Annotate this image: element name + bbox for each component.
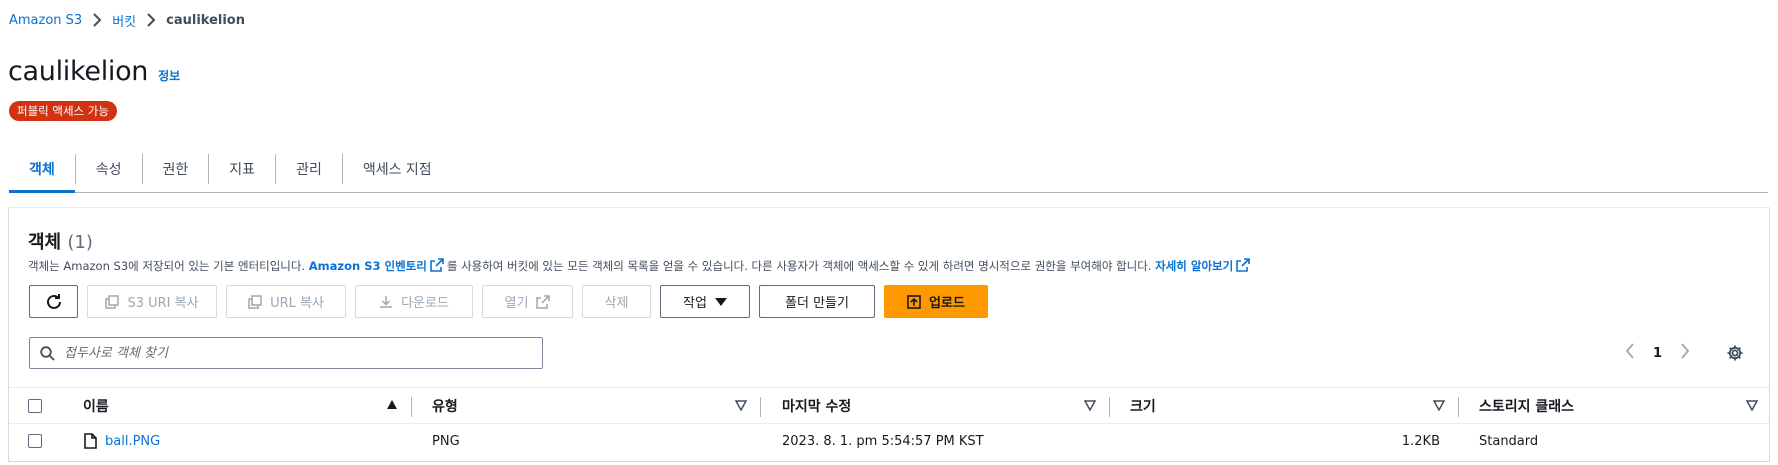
tab-permissions[interactable]: 권한 [143, 145, 209, 192]
table-header: 이름 유형 마지막 수정 크기 스토리지 클래스 [9, 387, 1769, 424]
sort-icon[interactable] [1433, 399, 1445, 411]
file-icon [84, 433, 97, 449]
table-row: ball.PNG PNG 2023. 8. 1. pm 5:54:57 PM K… [9, 425, 1769, 457]
objects-toolbar: S3 URI 복사 URL 복사 다운로드 열기 삭제 작업 폴더 만들기 업로… [29, 285, 988, 318]
column-divider[interactable] [1109, 397, 1110, 417]
chevron-right-icon [88, 13, 106, 27]
table-settings-button[interactable] [1723, 341, 1747, 365]
breadcrumb-amazon-s3[interactable]: Amazon S3 [9, 13, 82, 28]
tab-management[interactable]: 관리 [276, 145, 342, 192]
sort-icon[interactable] [1084, 399, 1096, 411]
column-header-storage-class[interactable]: 스토리지 클래스 [1479, 388, 1574, 424]
refresh-button[interactable] [29, 285, 78, 318]
copy-url-button[interactable]: URL 복사 [226, 285, 346, 318]
objects-title: 객체 [28, 232, 62, 253]
page-number[interactable]: 1 [1653, 346, 1662, 361]
pagination: 1 [1625, 341, 1690, 365]
inventory-link[interactable]: Amazon S3 인벤토리 [309, 259, 427, 273]
search-input[interactable] [64, 345, 542, 361]
checkbox-box [28, 434, 42, 448]
object-type-cell: PNG [432, 433, 460, 449]
chevron-left-icon [1625, 343, 1634, 359]
row-checkbox[interactable] [28, 425, 42, 457]
sort-ascending-icon[interactable] [386, 399, 398, 411]
open-label: 열기 [504, 296, 529, 311]
tab-bar: 객체 속성 권한 지표 관리 액세스 지점 [9, 145, 1768, 193]
column-header-size[interactable]: 크기 [1130, 388, 1156, 424]
column-header-type[interactable]: 유형 [432, 388, 458, 424]
open-button[interactable]: 열기 [482, 285, 573, 318]
external-link-icon [1236, 258, 1251, 272]
column-divider[interactable] [1458, 397, 1459, 417]
info-link[interactable]: 정보 [158, 67, 180, 84]
object-modified-cell: 2023. 8. 1. pm 5:54:57 PM KST [782, 433, 984, 449]
upload-label: 업로드 [929, 296, 965, 311]
desc-text-1: 객체는 Amazon S3에 저장되어 있는 기본 엔터티입니다. [28, 259, 309, 273]
column-divider[interactable] [411, 397, 412, 417]
tab-objects[interactable]: 객체 [9, 145, 75, 193]
desc-text-2: 를 사용하여 버킷에 있는 모든 객체의 목록을 얻을 수 있습니다. 다른 사… [446, 259, 1156, 273]
copy-icon [248, 294, 262, 309]
copy-s3-uri-button[interactable]: S3 URI 복사 [87, 285, 217, 318]
column-header-name[interactable]: 이름 [83, 388, 109, 424]
refresh-icon [46, 293, 61, 309]
page-title: caulikelion [8, 56, 149, 87]
copy-icon [105, 294, 120, 309]
tab-access-points[interactable]: 액세스 지점 [343, 145, 452, 192]
page-header: caulikelion 정보 [8, 56, 180, 87]
download-icon [380, 295, 393, 308]
previous-page-button[interactable] [1625, 343, 1635, 363]
public-access-badge: 퍼블릭 액세스 가능 [9, 101, 117, 121]
actions-label: 작업 [683, 296, 707, 311]
select-all-checkbox[interactable] [28, 388, 42, 424]
external-link-icon [430, 258, 444, 272]
upload-icon [907, 294, 921, 309]
caret-down-icon [714, 297, 727, 306]
chevron-right-icon [1681, 343, 1690, 359]
actions-dropdown[interactable]: 작업 [660, 285, 750, 318]
breadcrumb-buckets[interactable]: 버킷 [112, 11, 136, 30]
objects-heading: 객체 (1) [28, 228, 93, 254]
next-page-button[interactable] [1680, 343, 1690, 363]
delete-button[interactable]: 삭제 [582, 285, 651, 318]
external-link-icon [536, 294, 551, 309]
checkbox-box [28, 399, 42, 413]
column-header-last-modified[interactable]: 마지막 수정 [782, 388, 851, 424]
tab-metrics[interactable]: 지표 [209, 145, 275, 192]
create-folder-button[interactable]: 폴더 만들기 [759, 285, 875, 318]
download-label: 다운로드 [401, 296, 449, 311]
objects-count: (1) [67, 232, 93, 253]
object-storage-class-cell: Standard [1479, 433, 1539, 449]
gear-icon [1727, 345, 1743, 361]
column-divider[interactable] [760, 397, 761, 417]
tab-properties[interactable]: 속성 [76, 145, 142, 192]
delete-label: 삭제 [604, 296, 629, 311]
sort-icon[interactable] [735, 399, 747, 411]
search-icon [40, 345, 55, 361]
download-button[interactable]: 다운로드 [355, 285, 473, 318]
copy-url-label: URL 복사 [270, 296, 324, 311]
objects-description: 객체는 Amazon S3에 저장되어 있는 기본 엔터티입니다. Amazon… [28, 258, 1253, 274]
breadcrumb-current: caulikelion [166, 12, 245, 28]
object-name-cell: ball.PNG [84, 425, 160, 457]
upload-button[interactable]: 업로드 [884, 285, 988, 318]
sort-icon[interactable] [1746, 399, 1758, 411]
create-folder-label: 폴더 만들기 [785, 296, 849, 311]
learn-more-link[interactable]: 자세히 알아보기 [1155, 259, 1233, 273]
copy-s3-uri-label: S3 URI 복사 [127, 296, 199, 311]
search-box [29, 337, 543, 369]
chevron-right-icon [142, 13, 160, 27]
object-size-cell: 1.2KB [1401, 433, 1440, 449]
object-name-link[interactable]: ball.PNG [105, 434, 160, 449]
breadcrumb: Amazon S3 버킷 caulikelion [9, 10, 245, 30]
